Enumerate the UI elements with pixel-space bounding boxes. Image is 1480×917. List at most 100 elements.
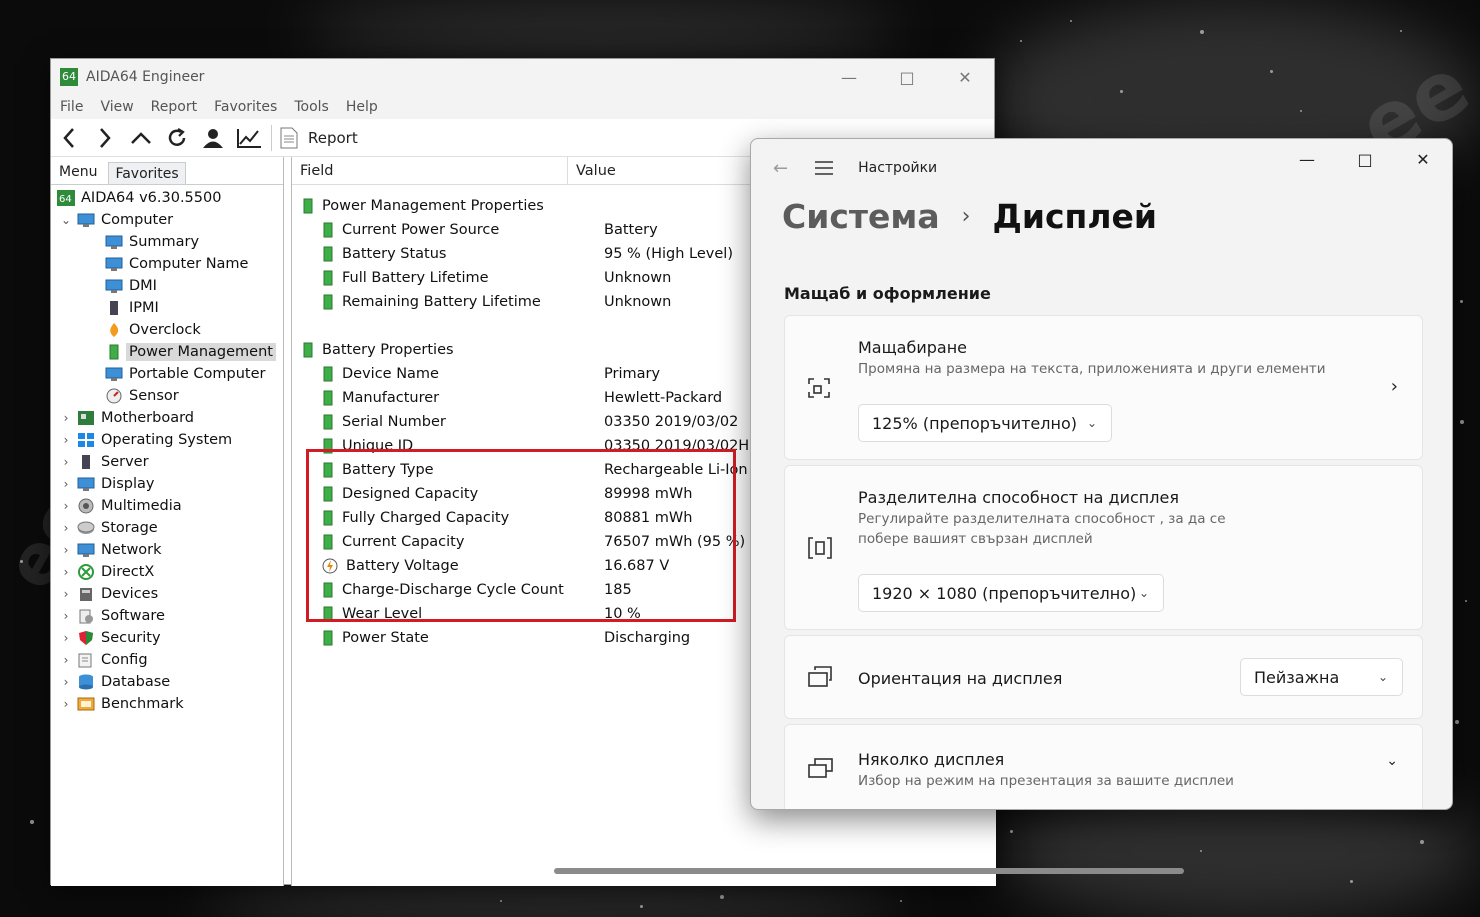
tree-item-label: Database	[101, 674, 171, 690]
tree-item-directx[interactable]: › DirectX	[59, 561, 154, 583]
field-label: Power State	[342, 630, 429, 646]
tree-item-ipmi[interactable]: IPMI	[105, 297, 159, 319]
chevron-right-icon[interactable]: ›	[59, 587, 73, 601]
hamburger-icon[interactable]	[814, 161, 834, 175]
section-title: Мащаб и оформление	[784, 284, 991, 303]
breadcrumb-system[interactable]: Система	[782, 197, 940, 236]
report-button[interactable]: Report	[280, 127, 358, 149]
tree-item-label: Display	[101, 476, 155, 492]
chart-button[interactable]	[231, 121, 267, 155]
tree-item-network[interactable]: › Network	[59, 539, 162, 561]
tree-item-database[interactable]: › Database	[59, 671, 171, 693]
settings-title: Настройки	[858, 160, 938, 176]
menu-favorites[interactable]: Favorites	[214, 99, 277, 115]
chevron-down-icon[interactable]: ⌄	[1386, 753, 1398, 769]
tree-item-config[interactable]: › Config	[59, 649, 148, 671]
back-button[interactable]	[51, 121, 87, 155]
network-icon	[77, 542, 95, 558]
tree-item-label: Computer	[101, 212, 174, 228]
close-button[interactable]: ✕	[936, 59, 994, 95]
chevron-right-icon[interactable]: ›	[59, 543, 73, 557]
forward-button[interactable]	[87, 121, 123, 155]
tree-item-display[interactable]: › Display	[59, 473, 155, 495]
menu-tools[interactable]: Tools	[294, 99, 329, 115]
column-value[interactable]: Value	[568, 157, 616, 184]
tree-item-multimedia[interactable]: › Multimedia	[59, 495, 182, 517]
up-button[interactable]	[123, 121, 159, 155]
chevron-right-icon[interactable]: ›	[59, 499, 73, 513]
scale-dropdown[interactable]: 125% (препоръчително) ⌄	[858, 404, 1112, 442]
chevron-right-icon[interactable]: ›	[59, 653, 73, 667]
orientation-value: Пейзажна	[1254, 667, 1340, 687]
field-value: Primary	[604, 366, 661, 382]
orientation-card[interactable]: Ориентация на дисплея Пейзажна ⌄	[784, 635, 1423, 719]
orientation-icon	[808, 666, 832, 687]
monitor-icon	[105, 366, 123, 382]
tree-item-storage[interactable]: › Storage	[59, 517, 158, 539]
settings-maximize-button[interactable]: □	[1336, 139, 1394, 179]
scale-card[interactable]: Мащабиране Промяна на размера на текста,…	[784, 315, 1423, 460]
maximize-button[interactable]: □	[878, 59, 936, 95]
tree-item-devices[interactable]: › Devices	[59, 583, 159, 605]
tree-item-label: Power Management	[126, 343, 276, 361]
chevron-right-icon[interactable]: ›	[59, 697, 73, 711]
multi-display-card[interactable]: Няколко дисплея Избор на режим на презен…	[784, 724, 1423, 809]
tree-item-computer[interactable]: ⌄ Computer	[59, 209, 173, 231]
tree-item-overclock[interactable]: Overclock	[105, 319, 201, 341]
menu-report[interactable]: Report	[151, 99, 197, 115]
tree-item-dmi[interactable]: DMI	[105, 275, 157, 297]
tree-item-label: Motherboard	[101, 410, 195, 426]
tree-item-sensor[interactable]: Sensor	[105, 385, 179, 407]
tree-item-operating-system[interactable]: › Operating System	[59, 429, 233, 451]
tree-item-label: Config	[101, 652, 148, 668]
tree-item-label: Software	[101, 608, 165, 624]
resolution-dropdown[interactable]: 1920 × 1080 (препоръчително) ⌄	[858, 574, 1164, 612]
tree-item-summary[interactable]: Summary	[105, 231, 199, 253]
tree-item-computer-name[interactable]: Computer Name	[105, 253, 248, 275]
back-arrow-icon[interactable]: ←	[773, 158, 788, 179]
xbox-icon	[77, 564, 95, 580]
window-title: AIDA64 Engineer	[86, 69, 205, 85]
field-value: Discharging	[604, 630, 691, 646]
menu-file[interactable]: File	[60, 99, 83, 115]
tree-item-benchmark[interactable]: › Benchmark	[59, 693, 184, 715]
tree-item-motherboard[interactable]: › Motherboard	[59, 407, 194, 429]
field-value: Unknown	[604, 294, 672, 310]
chevron-right-icon[interactable]: ›	[59, 477, 73, 491]
settings-close-button[interactable]: ✕	[1394, 139, 1452, 179]
resolution-card[interactable]: Разделителна способност на дисплея Регул…	[784, 465, 1423, 630]
chevron-right-icon[interactable]: ›	[59, 609, 73, 623]
aida-titlebar: 64 AIDA64 Engineer — □ ✕	[51, 59, 994, 95]
chevron-right-icon[interactable]: ›	[59, 521, 73, 535]
tree-item-portable-computer[interactable]: Portable Computer	[105, 363, 265, 385]
menu-view[interactable]: View	[100, 99, 133, 115]
menu-help[interactable]: Help	[346, 99, 378, 115]
tree-item-software[interactable]: › Software	[59, 605, 165, 627]
tree-item-power-management[interactable]: Power Management	[105, 341, 276, 363]
chevron-right-icon[interactable]: ›	[59, 411, 73, 425]
tab-menu[interactable]: Menu	[51, 164, 104, 184]
column-field[interactable]: Field	[292, 157, 568, 184]
horizontal-scrollbar[interactable]	[554, 868, 1184, 874]
chevron-right-icon[interactable]: ›	[59, 433, 73, 447]
chevron-down-icon[interactable]: ⌄	[59, 213, 73, 227]
chevron-down-icon: ⌄	[1086, 416, 1097, 430]
tab-favorites[interactable]: Favorites	[108, 162, 186, 184]
refresh-button[interactable]	[159, 121, 195, 155]
chevron-right-icon[interactable]: ›	[59, 565, 73, 579]
windows-icon	[77, 432, 95, 448]
minimize-button[interactable]: —	[820, 59, 878, 95]
resolution-title: Разделителна способност на дисплея	[858, 488, 1179, 507]
up-icon	[131, 131, 151, 144]
report-label: Report	[308, 128, 358, 147]
settings-minimize-button[interactable]: —	[1278, 139, 1336, 179]
chevron-right-icon[interactable]: ›	[59, 675, 73, 689]
tree-item-security[interactable]: › Security	[59, 627, 161, 649]
orientation-title: Ориентация на дисплея	[858, 669, 1063, 688]
chevron-right-icon[interactable]: ›	[59, 631, 73, 645]
tree-item-server[interactable]: › Server	[59, 451, 149, 473]
chevron-right-icon[interactable]: ›	[59, 455, 73, 469]
user-button[interactable]	[195, 121, 231, 155]
orientation-dropdown[interactable]: Пейзажна ⌄	[1240, 658, 1403, 696]
tree-item-aida64-v6-30-5500[interactable]: 64 AIDA64 v6.30.5500	[57, 187, 221, 209]
